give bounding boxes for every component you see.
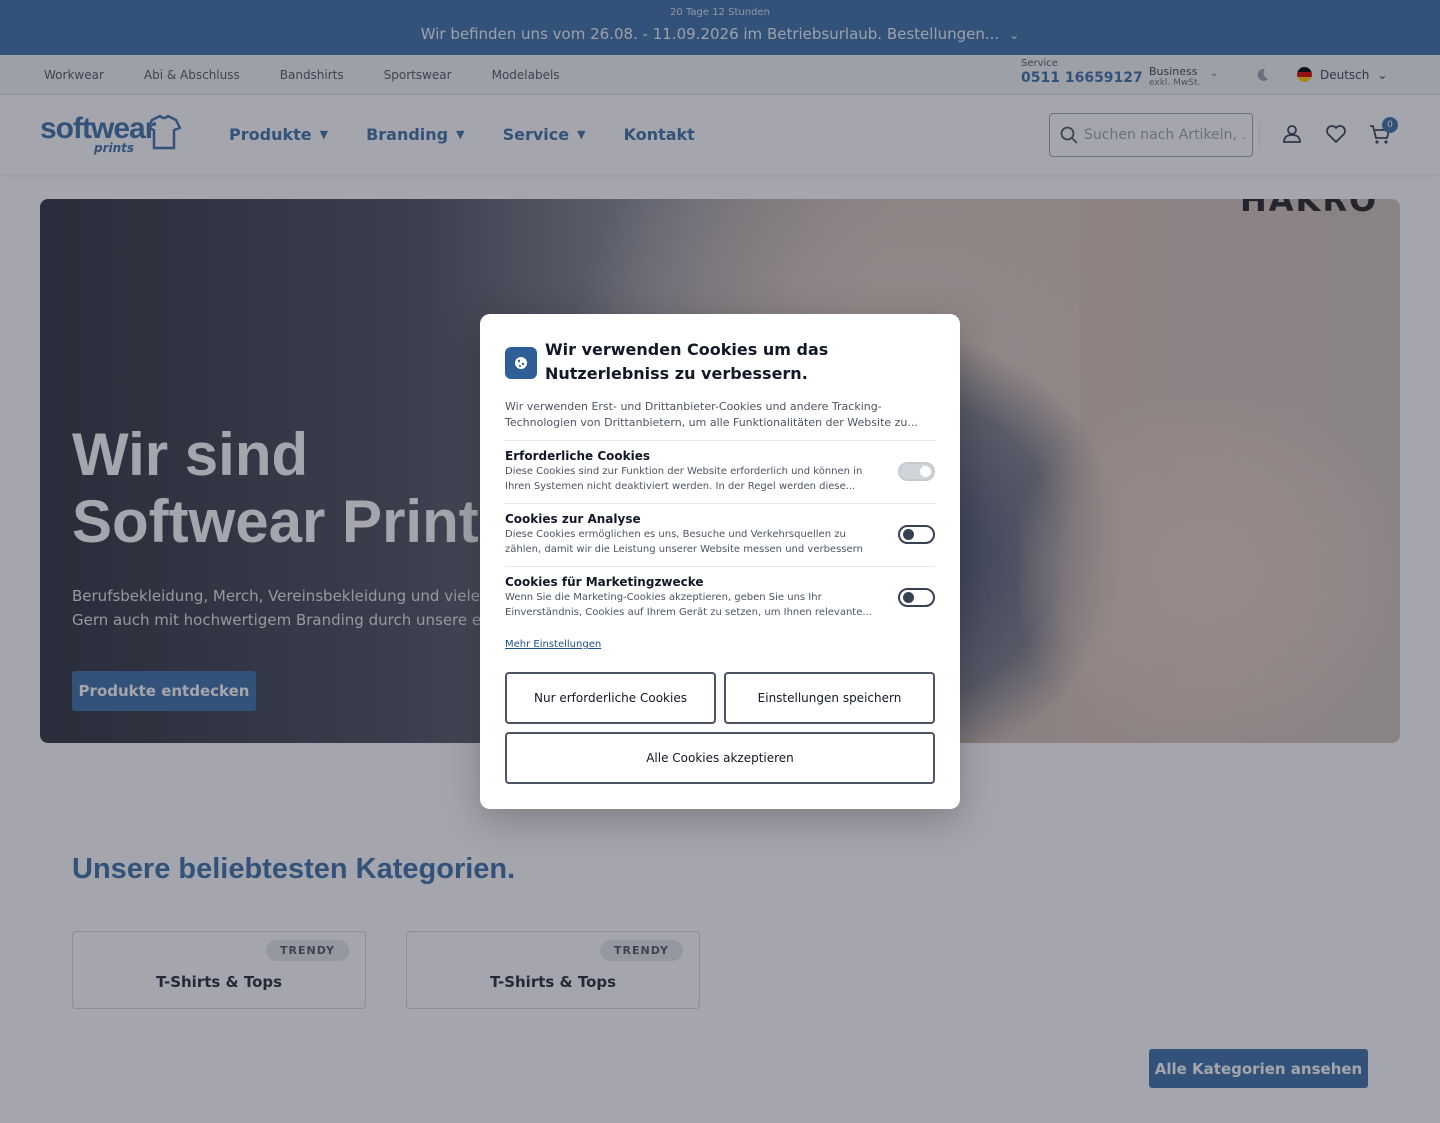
divider — [505, 440, 935, 441]
toggle-knob — [920, 466, 931, 477]
save-settings-button[interactable]: Einstellungen speichern — [724, 672, 935, 724]
divider — [505, 503, 935, 504]
required-cookies-desc: Diese Cookies sind zur Funktion der Webs… — [505, 466, 863, 492]
required-cookies-toggle — [898, 462, 935, 481]
analytics-cookies-desc: Diese Cookies ermöglichen es uns, Besuch… — [505, 529, 863, 555]
required-only-button[interactable]: Nur erforderliche Cookies — [505, 672, 716, 724]
analytics-cookies-title: Cookies zur Analyse — [505, 512, 641, 526]
divider — [505, 566, 935, 567]
marketing-cookies-title: Cookies für Marketingzwecke — [505, 575, 704, 589]
cookie-icon — [505, 347, 537, 379]
cookie-dialog-intro: Wir verwenden Erst- und Drittanbieter-Co… — [505, 400, 918, 429]
cookie-consent-dialog: Wir verwenden Cookies um das Nutzerlebni… — [480, 314, 960, 809]
more-settings-link[interactable]: Mehr Einstellungen — [505, 639, 601, 650]
marketing-cookies-toggle[interactable] — [898, 588, 935, 607]
cookie-dialog-title: Wir verwenden Cookies um das Nutzerlebni… — [545, 340, 829, 383]
marketing-cookies-desc: Wenn Sie die Marketing-Cookies akzeptier… — [505, 592, 872, 618]
accept-all-button[interactable]: Alle Cookies akzeptieren — [505, 732, 935, 784]
required-cookies-title: Erforderliche Cookies — [505, 449, 651, 463]
analytics-cookies-toggle[interactable] — [898, 525, 935, 544]
toggle-knob — [903, 592, 914, 603]
toggle-knob — [903, 529, 914, 540]
